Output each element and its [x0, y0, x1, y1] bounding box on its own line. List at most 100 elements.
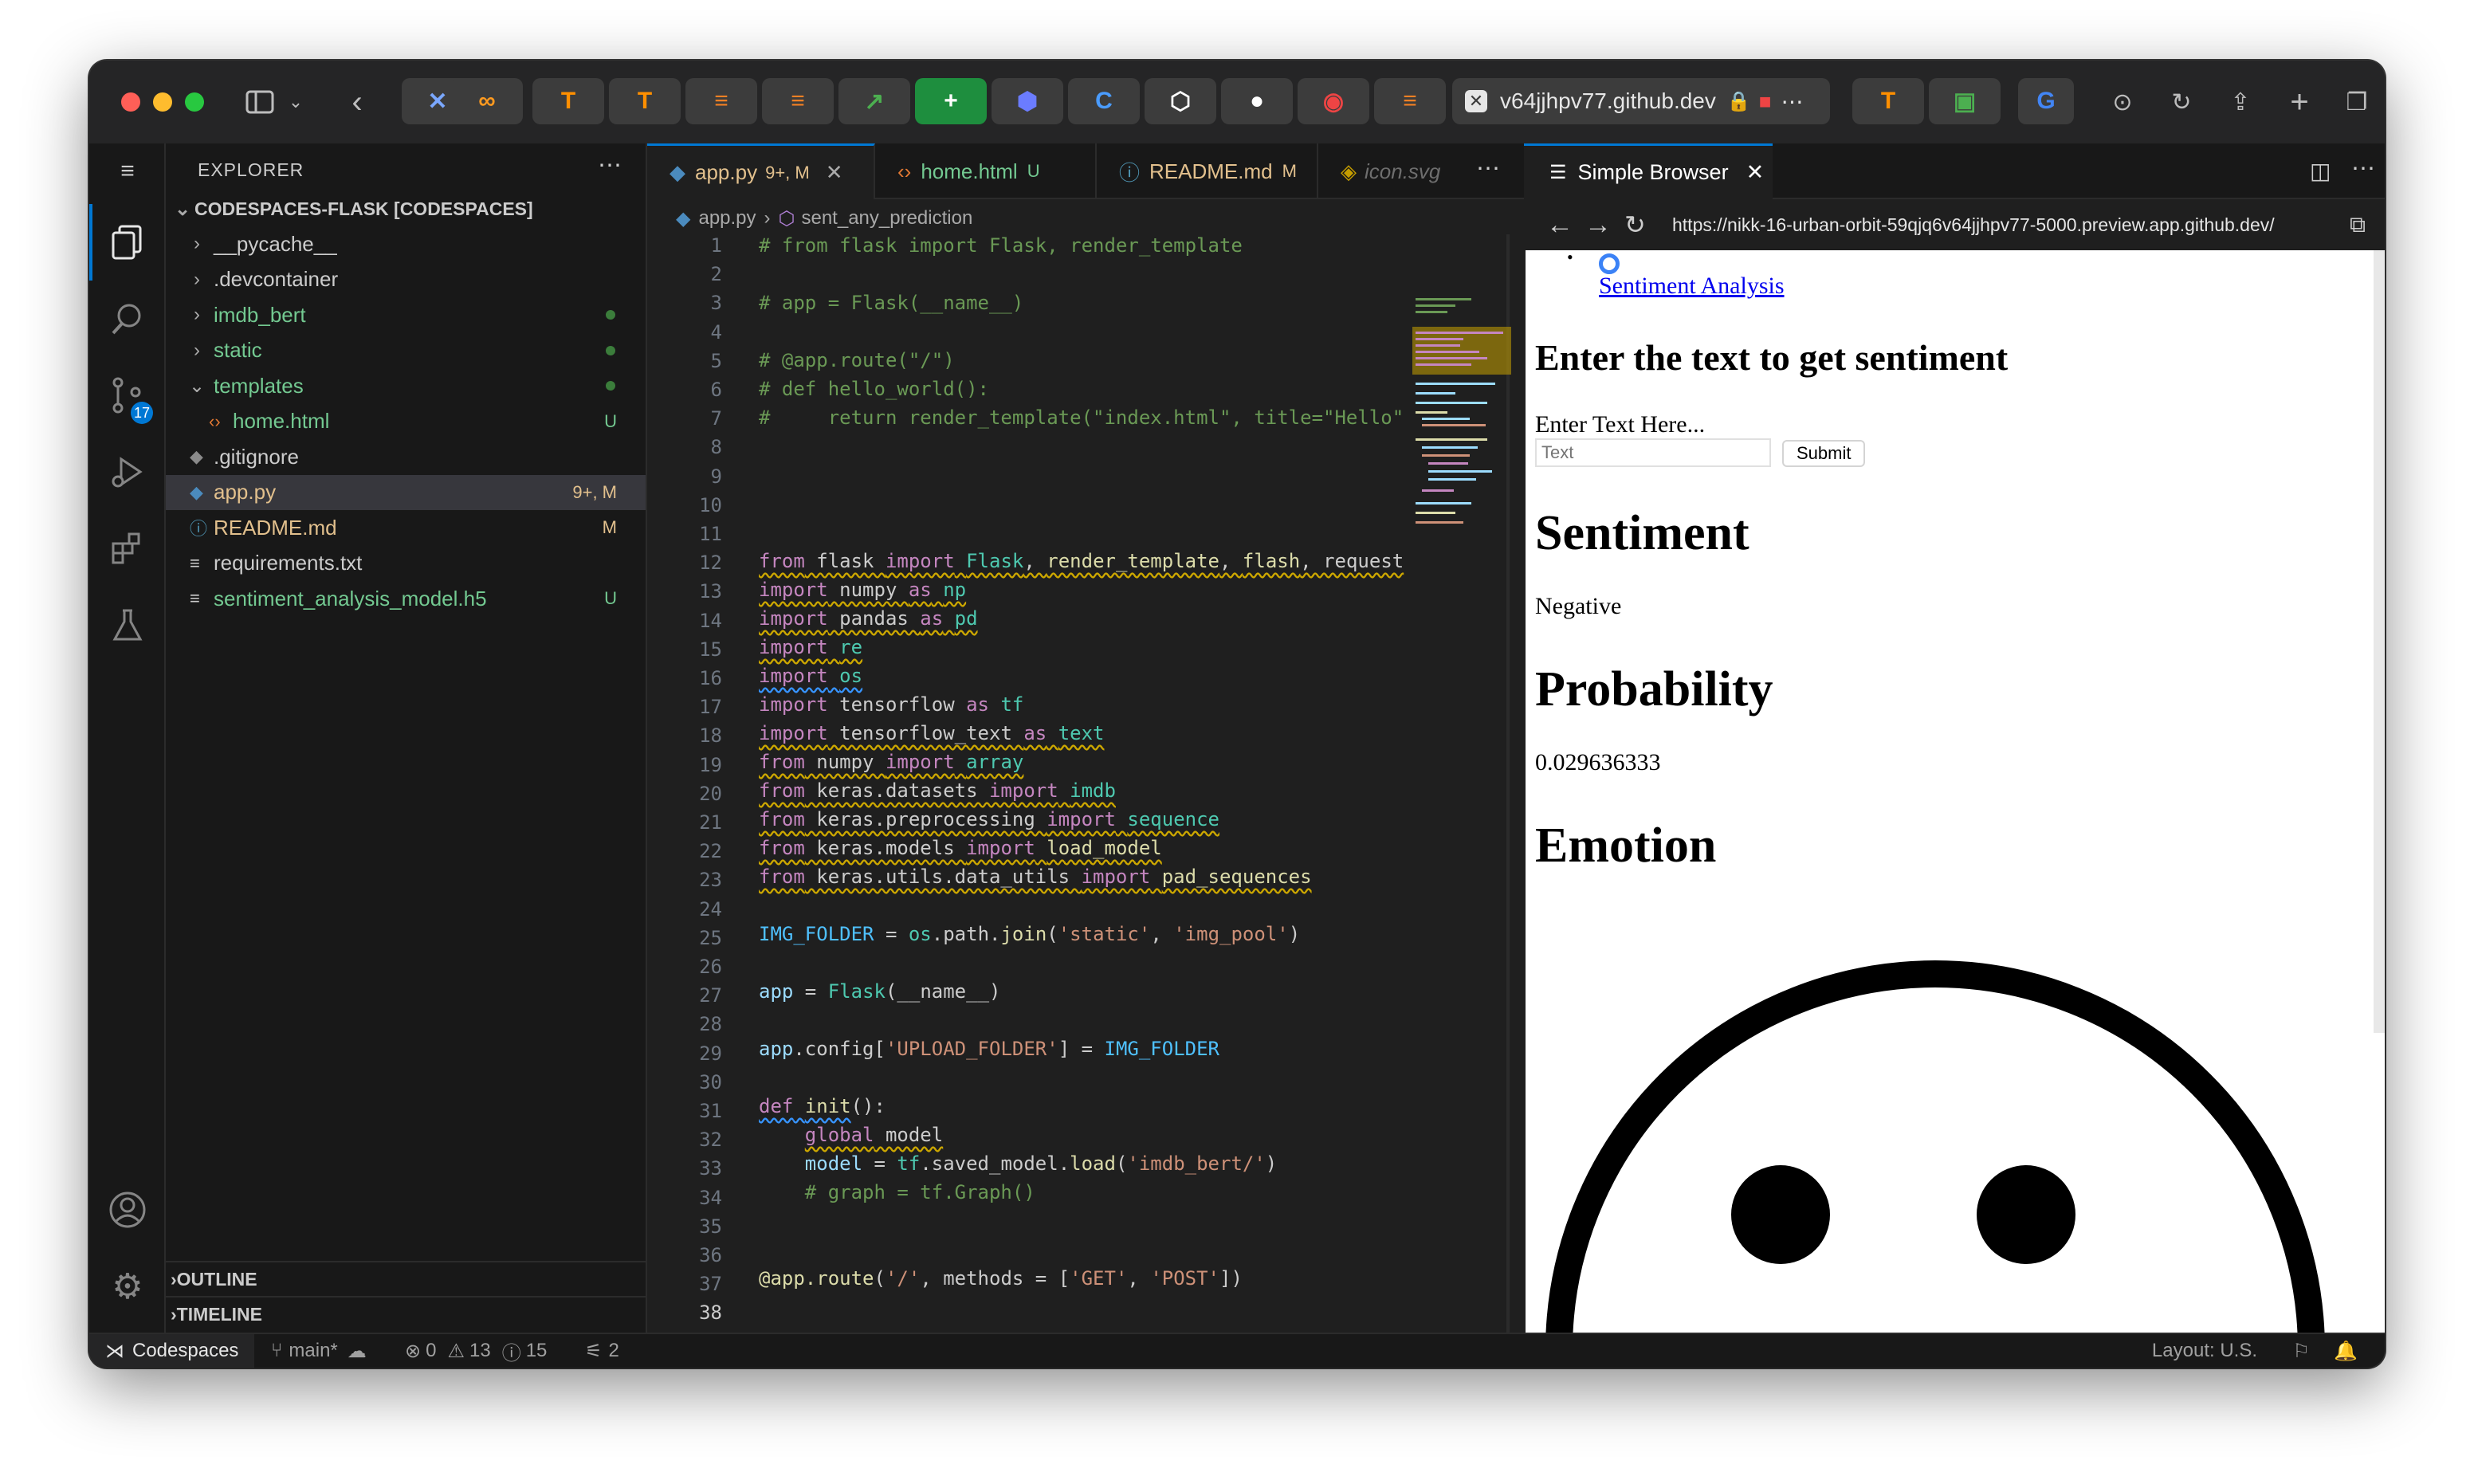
close-icon[interactable]: ✕ [1746, 160, 1765, 185]
tree-item[interactable]: ◆ app.py 9+, M [166, 474, 646, 510]
download-icon[interactable]: ⊙ [2103, 80, 2142, 124]
feedback-icon[interactable]: ⚐ [2292, 1340, 2310, 1363]
recording-icon[interactable]: ■ [1759, 89, 1772, 114]
breadcrumb-symbol[interactable]: sent_any_prediction [801, 207, 972, 230]
page-scrollbar[interactable] [2374, 250, 2385, 1033]
tab-google-icon[interactable]: G [2018, 78, 2074, 124]
new-tab-icon[interactable]: + [2280, 80, 2319, 124]
back-icon[interactable]: ← [1546, 210, 1573, 241]
tree-item[interactable]: › __pycache__ [166, 226, 646, 261]
more-icon[interactable]: ⋯ [1781, 88, 1803, 115]
open-external-icon[interactable]: ⧉ [2350, 212, 2366, 238]
tab-colab-icon[interactable]: ◉ [1298, 78, 1369, 124]
breadcrumb-file[interactable]: app.py [698, 207, 756, 230]
minimize-window-button[interactable] [153, 92, 172, 112]
symbol-method-icon: ⬡ [778, 207, 795, 230]
chevron-down-icon[interactable]: ⌄ [284, 80, 308, 124]
tree-item[interactable]: › .devcontainer [166, 262, 646, 297]
tab-sheets-icon[interactable]: + [915, 78, 987, 124]
sidebar-toggle-icon[interactable] [241, 80, 279, 124]
tab-cube-icon[interactable]: ⬡ [1145, 78, 1216, 124]
code-editor[interactable]: 1 2 3 4 5 6 7 8 9 10 11 12 13 14 15 16 17 18 19 20 21 22 23 24 2… [647, 234, 1510, 1333]
ports-indicator[interactable]: ⚟ 2 [585, 1340, 619, 1363]
tab-github-icon[interactable]: ● [1221, 78, 1293, 124]
tree-item-label: templates [214, 373, 304, 398]
tab-c-icon[interactable]: C [1068, 78, 1140, 124]
tab-chart-icon[interactable]: ↗ [838, 78, 910, 124]
tree-item-label: __pycache__ [214, 231, 337, 256]
zoom-window-button[interactable] [185, 92, 204, 112]
more-actions-icon[interactable]: ⋯ [1476, 155, 1500, 183]
tab-overview-icon[interactable]: ❐ [2337, 80, 2377, 124]
line-number: 2 [710, 263, 722, 286]
close-tab-icon[interactable]: ✕ [1465, 90, 1487, 112]
sentiment-analysis-link[interactable]: Sentiment Analysis [1599, 273, 1785, 300]
radio-icon[interactable] [1599, 253, 1620, 274]
tree-item[interactable]: › static [166, 333, 646, 368]
sentiment-heading: Sentiment [1535, 506, 1749, 560]
line-number: 30 [699, 1070, 722, 1093]
run-debug-icon[interactable] [89, 434, 166, 510]
close-window-button[interactable] [121, 92, 140, 112]
tree-item[interactable]: ◆ .gitignore [166, 439, 646, 474]
tab-stackoverflow-icon[interactable]: ≡ [762, 78, 834, 124]
remote-indicator[interactable]: ⋊ Codespaces [89, 1334, 255, 1368]
share-icon[interactable]: ⇪ [2221, 80, 2260, 124]
tab-meet-icon[interactable]: ▣ [1929, 78, 2001, 124]
reload-icon[interactable]: ↻ [1624, 210, 1646, 240]
minimap[interactable] [1412, 295, 1511, 550]
simple-browser-tab[interactable]: ☰ Simple Browser ✕ [1524, 143, 1773, 199]
tree-item[interactable]: ≡ requirements.txt [166, 546, 646, 581]
tab-tensorflow-icon[interactable]: T [609, 78, 681, 124]
tree-item[interactable]: › imdb_bert [166, 297, 646, 332]
tab-home-html[interactable]: ‹› home.html U [875, 143, 1097, 199]
search-icon[interactable] [89, 281, 166, 357]
problems-indicator[interactable]: ⊗ 0 ⚠ 13 ⓘ 15 [405, 1337, 547, 1365]
branch-indicator[interactable]: ⑂ main* ☁ [271, 1340, 367, 1363]
python-file-icon: ◆ [676, 207, 691, 230]
notifications-bell-icon[interactable]: 🔔 [2334, 1340, 2358, 1363]
tab-stackoverflow-icon[interactable]: ≡ [685, 78, 757, 124]
tab-stackoverflow-icon[interactable]: ≡ [1374, 78, 1446, 124]
timeline-section[interactable]: › TIMELINE [166, 1296, 646, 1331]
tab-app-py[interactable]: ◆ app.py 9+, M ✕ [647, 143, 875, 199]
tab-tensorflow-icon[interactable]: T [532, 78, 604, 124]
python-file-icon: ◆ [670, 160, 685, 184]
submit-button[interactable]: Submit [1782, 440, 1866, 467]
source-control-icon[interactable]: 17 [89, 357, 166, 434]
extensions-icon[interactable] [89, 510, 166, 587]
tree-item[interactable]: ‹› home.html U [166, 404, 646, 439]
tab-hexagon-icon[interactable]: ⬢ [992, 78, 1063, 124]
outline-section[interactable]: › OUTLINE [166, 1261, 646, 1296]
more-actions-icon[interactable]: ⋯ [2351, 155, 2375, 183]
account-icon[interactable] [89, 1172, 166, 1248]
tab-infinity-icon[interactable]: ∞ [451, 78, 523, 124]
workspace-root[interactable]: ⌄ CODESPACES-FLASK [CODESPACES] [166, 191, 646, 226]
sync-icon[interactable]: ☁ [348, 1340, 367, 1363]
tab-tensorflow-icon[interactable]: T [1852, 78, 1924, 124]
more-actions-icon[interactable]: ⋯ [598, 151, 622, 179]
keyboard-layout[interactable]: Layout: U.S. [2152, 1340, 2257, 1362]
tree-item[interactable]: ≡ sentiment_analysis_model.h5 U [166, 581, 646, 616]
git-status-dot [606, 345, 615, 355]
close-icon[interactable]: ✕ [826, 160, 843, 185]
settings-gear-icon[interactable]: ⚙ [89, 1248, 166, 1325]
back-icon[interactable]: ‹ [341, 80, 373, 124]
split-editor-icon[interactable]: ◫ [2310, 158, 2331, 184]
forward-icon[interactable]: → [1585, 210, 1612, 241]
menu-icon[interactable]: ≡ [89, 143, 166, 199]
explorer-icon[interactable] [89, 204, 166, 281]
text-input[interactable] [1535, 438, 1771, 467]
line-number: 4 [710, 320, 722, 344]
url-input[interactable]: https://nikk-16-urban-orbit-59qjq6v64jjh… [1672, 214, 2275, 236]
line-number: 8 [710, 436, 722, 459]
address-bar[interactable]: ✕ v64jjhpv77.github.dev 🔒 ■ ⋯ [1452, 78, 1830, 124]
tab-icon-svg[interactable]: ◈ icon.svg [1318, 143, 1462, 199]
line-number: 31 [699, 1100, 722, 1122]
reload-icon[interactable]: ↻ [2162, 80, 2201, 124]
tree-item[interactable]: ⓘ README.md M [166, 510, 646, 545]
tab-readme[interactable]: ⓘ README.md M [1097, 143, 1318, 199]
testing-icon[interactable] [89, 587, 166, 663]
preview-icon: ☰ [1549, 162, 1567, 183]
tree-item[interactable]: ⌄ templates [166, 368, 646, 403]
